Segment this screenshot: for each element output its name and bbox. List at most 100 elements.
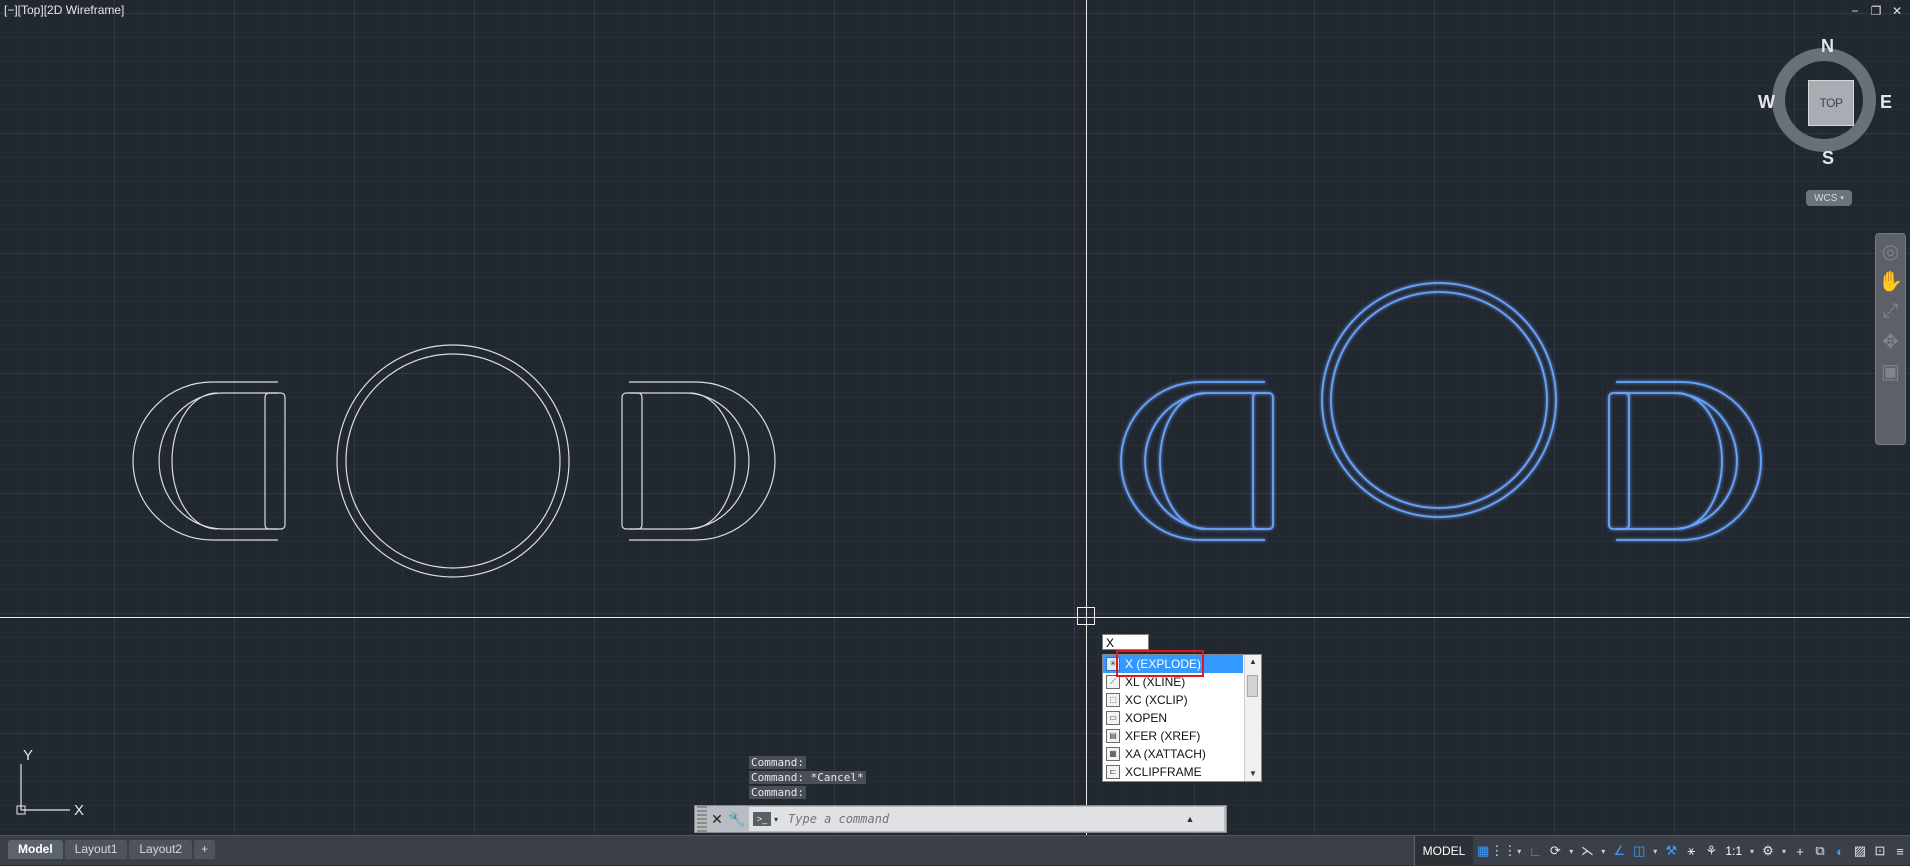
autocomplete-scrollbar[interactable]: ▲ ▼ [1244, 655, 1261, 781]
wrench-icon[interactable]: 🔧 [727, 806, 747, 832]
tab-layout1[interactable]: Layout1 [64, 840, 128, 859]
close-icon[interactable]: ✕ [707, 806, 727, 832]
tab-model[interactable]: Model [8, 840, 63, 859]
snap-icon[interactable]: ⋮⋮ [1490, 840, 1516, 862]
viewport-window-controls: − ❐ ✕ [1848, 4, 1904, 18]
autocomplete-item-label: XOPEN [1125, 711, 1168, 725]
ucs-y-label: Y [23, 747, 33, 764]
close-icon[interactable]: ✕ [1890, 4, 1904, 18]
status-toggles: MODEL ▦ ⋮⋮ ▾ ∟ ⟳ ▾ ⋋ ▾ ∠ ◫ ▾ ⚒ ⚹ ⚘ 1:1 ▾… [1413, 836, 1910, 866]
model-space-button[interactable]: MODEL [1413, 836, 1474, 866]
viewcube-top-face[interactable]: TOP [1808, 80, 1854, 126]
wcs-menu-button[interactable]: WCS ▾ [1806, 190, 1852, 206]
customization-menu-icon[interactable]: ≡ [1890, 840, 1910, 862]
xref-icon: ▤ [1106, 729, 1120, 743]
scroll-up-icon[interactable]: ▲ [1245, 655, 1261, 669]
chair-right-b[interactable] [1608, 381, 1762, 541]
scroll-thumb[interactable] [1247, 675, 1258, 697]
object-snap-icon[interactable]: ◫ [1629, 840, 1649, 862]
table-right[interactable] [1321, 282, 1557, 518]
chevron-down-icon[interactable]: ▾ [1513, 840, 1525, 862]
command-history-line: Command: [749, 786, 806, 799]
chevron-down-icon[interactable]: ▾ [774, 815, 778, 824]
add-layout-button[interactable]: + [194, 840, 216, 859]
annotation-visibility-icon[interactable]: ⚒ [1661, 840, 1681, 862]
crosshair-horizontal [0, 617, 1910, 618]
showmotion-icon[interactable]: ▣ [1876, 358, 1905, 384]
viewcube[interactable]: TOP N S E W [1758, 36, 1898, 174]
xclipframe-icon: ⊏ [1106, 765, 1120, 779]
autocomplete-item-xattach[interactable]: ▦ XA (XATTACH) [1103, 745, 1261, 763]
workspace-gear-icon[interactable]: ⚙ [1758, 840, 1778, 862]
clean-screen-icon[interactable]: ⊡ [1870, 840, 1890, 862]
tab-layout2[interactable]: Layout2 [129, 840, 193, 859]
autocomplete-item-label: XL (XLINE) [1125, 675, 1186, 689]
crosshair-vertical [1086, 0, 1087, 835]
isodraft-icon[interactable]: ⋋ [1577, 840, 1597, 862]
orbit-icon[interactable]: ✥ [1876, 328, 1905, 354]
command-line-bar: ✕ 🔧 >_ ▾ ▲ [694, 805, 1227, 833]
compass-west[interactable]: W [1758, 92, 1775, 113]
chevron-down-icon[interactable]: ▾ [1649, 840, 1661, 862]
autocomplete-item-label: XC (XCLIP) [1125, 693, 1188, 707]
chair-left-a[interactable] [132, 381, 286, 541]
viewport-controls-label[interactable]: [−][Top][2D Wireframe] [4, 3, 124, 17]
cursor-pickbox [1077, 607, 1095, 625]
wcs-label: WCS [1814, 192, 1838, 204]
object-snap-tracking-icon[interactable]: ∠ [1609, 840, 1629, 862]
chevron-down-icon: ▾ [1840, 195, 1844, 202]
autocomplete-item-label: XFER (XREF) [1125, 729, 1201, 743]
chevron-down-icon[interactable]: ▾ [1746, 840, 1758, 862]
zoom-extents-icon[interactable]: ⤢ [1876, 298, 1905, 324]
autocomplete-item-xclip[interactable]: ⬚ XC (XCLIP) [1103, 691, 1261, 709]
autocomplete-item-xref[interactable]: ▤ XFER (XREF) [1103, 727, 1261, 745]
command-history-line: Command: *Cancel* [749, 771, 866, 784]
xattach-icon: ▦ [1106, 747, 1120, 761]
command-prompt-icon[interactable]: >_ [753, 812, 771, 826]
table-left[interactable] [336, 344, 570, 578]
autocomplete-item-xopen[interactable]: ▭ XOPEN [1103, 709, 1261, 727]
annotation-monitor-icon[interactable]: + [1790, 840, 1810, 862]
drag-handle[interactable] [697, 806, 707, 832]
ucs-x-label: X [74, 802, 84, 816]
polar-tracking-icon[interactable]: ⟳ [1545, 840, 1565, 862]
hardware-acceleration-icon[interactable]: ▨ [1850, 840, 1870, 862]
annotation-scale-value[interactable]: 1:1 [1721, 844, 1746, 858]
scroll-down-icon[interactable]: ▼ [1245, 767, 1261, 781]
chevron-down-icon[interactable]: ▾ [1597, 840, 1609, 862]
chevron-down-icon[interactable]: ▾ [1778, 840, 1790, 862]
highlight-annotation-box [1116, 650, 1204, 677]
annotation-scale-icon[interactable]: ⚘ [1701, 840, 1721, 862]
autocomplete-item-label: XA (XATTACH) [1125, 747, 1206, 761]
navigation-bar: ◎ ✋ ⤢ ✥ ▣ [1875, 233, 1906, 445]
dynamic-input-field[interactable]: X [1102, 634, 1149, 650]
autocomplete-item-label: XCLIPFRAME [1125, 765, 1202, 779]
autocomplete-item-xclipframe[interactable]: ⊏ XCLIPFRAME [1103, 763, 1261, 781]
xopen-icon: ▭ [1106, 711, 1120, 725]
isolate-objects-icon[interactable]: ◐ [1830, 840, 1850, 862]
steering-wheel-icon[interactable]: ◎ [1876, 238, 1905, 264]
compass-east[interactable]: E [1880, 92, 1892, 113]
chair-left-b[interactable] [1120, 381, 1274, 541]
compass-north[interactable]: N [1821, 36, 1834, 57]
compass-south[interactable]: S [1822, 148, 1834, 169]
drawing-geometry[interactable] [0, 0, 1910, 835]
restore-icon[interactable]: ❐ [1869, 4, 1883, 18]
xline-icon: ⟋ [1106, 675, 1120, 689]
minimize-icon[interactable]: − [1848, 4, 1862, 18]
layout-tabs: Model Layout1 Layout2 + [8, 840, 216, 859]
autoscale-icon[interactable]: ⚹ [1681, 840, 1701, 862]
ortho-icon[interactable]: ∟ [1525, 840, 1545, 862]
chair-right-a[interactable] [621, 381, 776, 541]
units-icon[interactable]: ⧉ [1810, 840, 1830, 862]
command-history: Command: Command: *Cancel* Command: [749, 756, 866, 801]
command-input[interactable] [786, 811, 1181, 827]
chevron-down-icon[interactable]: ▾ [1565, 840, 1577, 862]
command-input-area[interactable]: >_ ▾ ▲ [749, 807, 1224, 831]
recent-commands-icon[interactable]: ▲ [1180, 814, 1200, 824]
status-bar: Model Layout1 Layout2 + MODEL ▦ ⋮⋮ ▾ ∟ ⟳… [0, 835, 1910, 866]
command-history-line: Command: [749, 756, 806, 769]
ucs-icon: Y X [16, 747, 84, 816]
pan-icon[interactable]: ✋ [1876, 268, 1905, 294]
xclip-icon: ⬚ [1106, 693, 1120, 707]
